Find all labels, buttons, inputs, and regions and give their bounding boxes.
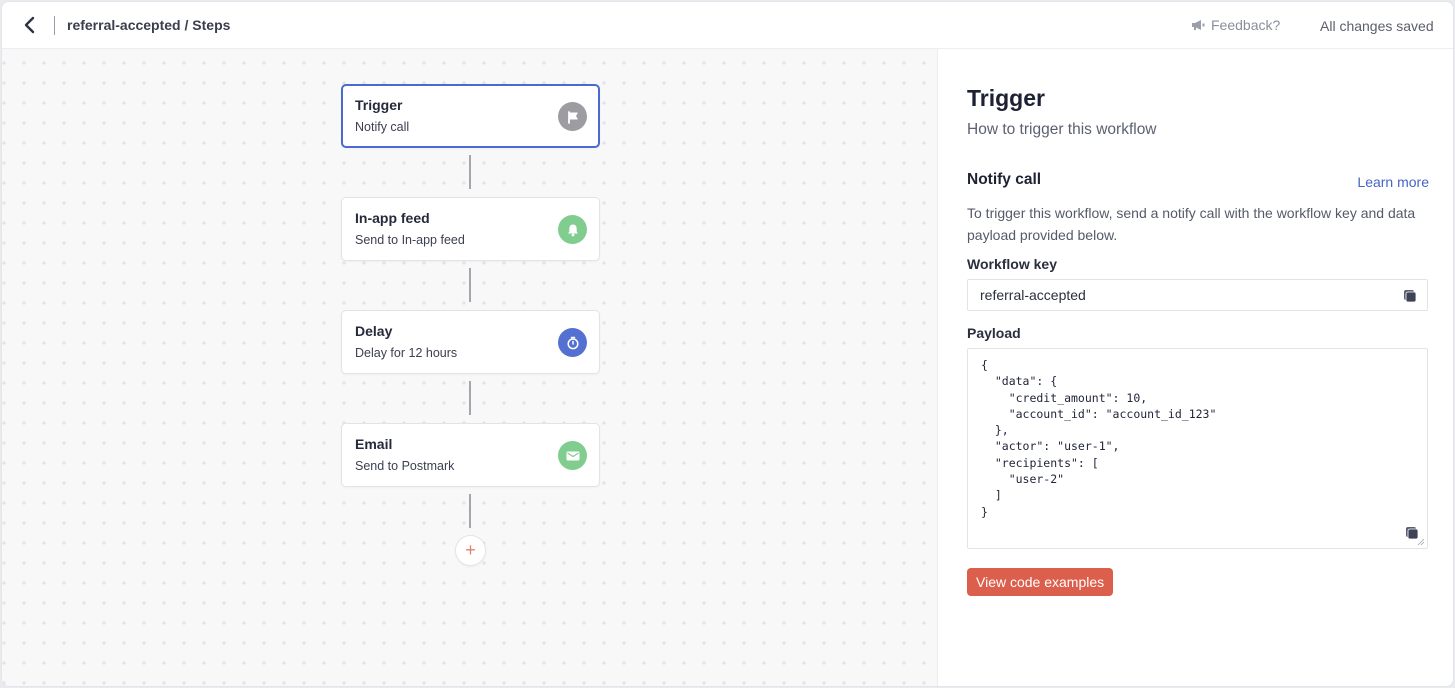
workflow-key-label: Workflow key <box>967 256 1057 272</box>
save-status: All changes saved <box>1320 18 1434 34</box>
top-bar: referral-accepted / Steps Feedback? All … <box>2 2 1453 49</box>
workflow-key-field[interactable]: referral-accepted <box>967 279 1428 311</box>
flag-icon <box>558 102 587 131</box>
breadcrumb[interactable]: referral-accepted / Steps <box>67 17 230 33</box>
timer-icon <box>558 328 587 357</box>
step-detail-panel: Trigger How to trigger this workflow Not… <box>939 49 1453 686</box>
step-subtitle: Delay for 12 hours <box>355 346 458 360</box>
step-subtitle: Notify call <box>355 120 410 134</box>
copy-icon[interactable] <box>1403 289 1417 303</box>
feedback-button[interactable]: Feedback? <box>1191 17 1280 33</box>
step-card-trigger[interactable]: Trigger Notify call <box>341 84 600 148</box>
megaphone-icon <box>1192 20 1205 30</box>
app-window: referral-accepted / Steps Feedback? All … <box>1 1 1454 687</box>
step-title: Delay <box>355 323 393 339</box>
add-step-button[interactable]: + <box>455 535 486 566</box>
mail-icon <box>558 441 587 470</box>
step-title: Trigger <box>355 97 403 113</box>
step-card-in-app-feed[interactable]: In-app feed Send to In-app feed <box>341 197 600 261</box>
section-description: To trigger this workflow, send a notify … <box>967 205 1416 243</box>
back-button[interactable] <box>22 15 40 35</box>
step-subtitle: Send to Postmark <box>355 459 455 473</box>
workflow-canvas[interactable]: Trigger Notify call In-app feed Send to … <box>2 49 938 686</box>
step-title: Email <box>355 436 393 452</box>
step-connector <box>469 494 471 528</box>
feedback-label: Feedback? <box>1211 17 1281 33</box>
step-title: In-app feed <box>355 210 430 226</box>
step-connector <box>469 268 471 302</box>
payload-textarea[interactable]: { "data": { "credit_amount": 10, "accoun… <box>967 348 1428 549</box>
step-card-delay[interactable]: Delay Delay for 12 hours <box>341 310 600 374</box>
step-card-email[interactable]: Email Send to Postmark <box>341 423 600 487</box>
view-code-examples-button[interactable]: View code examples <box>967 568 1114 596</box>
resize-handle-icon[interactable] <box>1417 538 1425 546</box>
step-connector <box>469 381 471 415</box>
step-subtitle: Send to In-app feed <box>355 233 465 247</box>
header-divider <box>54 16 55 35</box>
learn-more-link[interactable]: Learn more <box>1357 174 1429 190</box>
step-connector <box>469 155 471 189</box>
payload-label: Payload <box>967 325 1021 341</box>
payload-code: { "data": { "credit_amount": 10, "accoun… <box>981 358 1217 519</box>
panel-subtitle: How to trigger this workflow <box>967 121 1157 138</box>
chevron-left-icon <box>24 16 35 34</box>
workflow-key-value: referral-accepted <box>980 287 1086 303</box>
panel-title: Trigger <box>967 85 1045 111</box>
bell-icon <box>558 215 587 244</box>
section-title: Notify call <box>967 171 1042 188</box>
